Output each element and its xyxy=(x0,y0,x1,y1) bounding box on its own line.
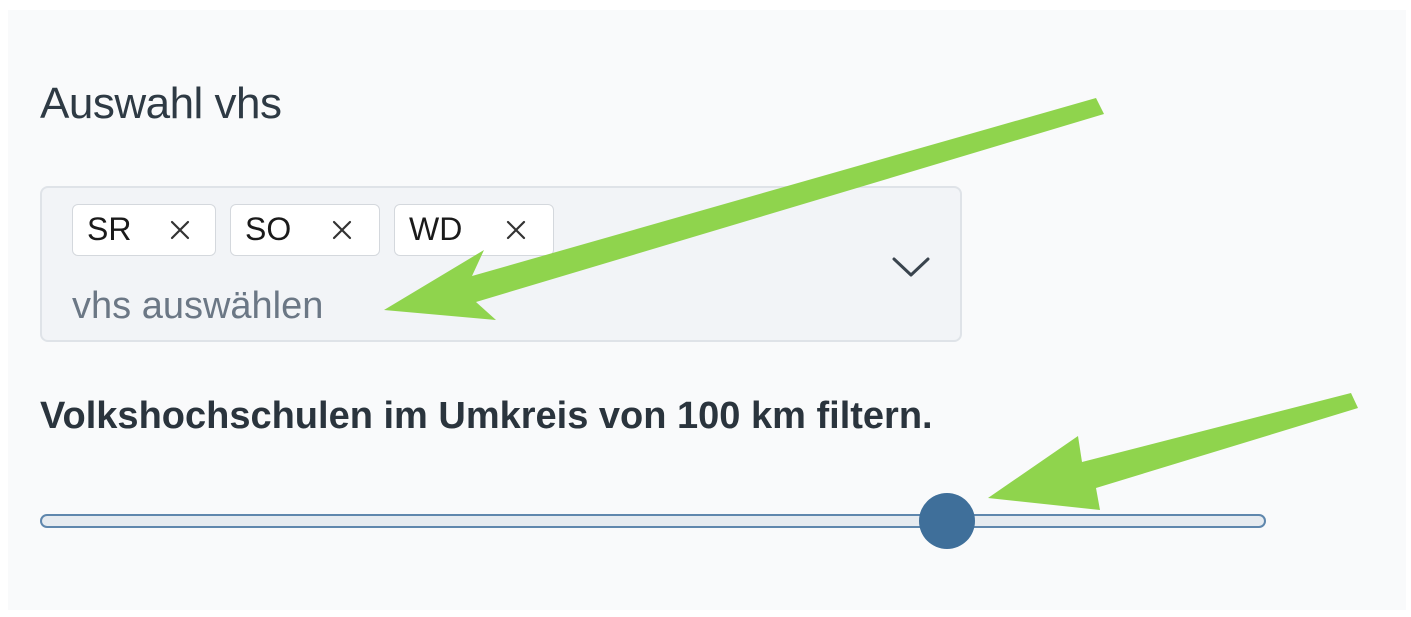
chevron-down-icon[interactable] xyxy=(890,254,932,280)
tag-label: SO xyxy=(245,211,292,247)
vhs-multiselect[interactable]: SR SO WD vhs auswählen xyxy=(40,186,962,342)
close-icon[interactable] xyxy=(167,217,193,243)
tag-so: SO xyxy=(230,204,380,256)
radius-filter-label: Volkshochschulen im Umkreis von 100 km f… xyxy=(40,395,933,437)
close-icon[interactable] xyxy=(503,217,529,243)
tag-wd: WD xyxy=(394,204,554,256)
tag-sr: SR xyxy=(72,204,216,256)
select-placeholder[interactable]: vhs auswählen xyxy=(72,282,323,330)
tag-label: SR xyxy=(87,211,132,247)
close-icon[interactable] xyxy=(329,217,355,243)
radius-slider-track[interactable] xyxy=(40,514,1266,528)
section-title: Auswahl vhs xyxy=(40,79,282,128)
tag-label: WD xyxy=(409,211,463,247)
radius-slider-thumb[interactable] xyxy=(919,493,976,549)
